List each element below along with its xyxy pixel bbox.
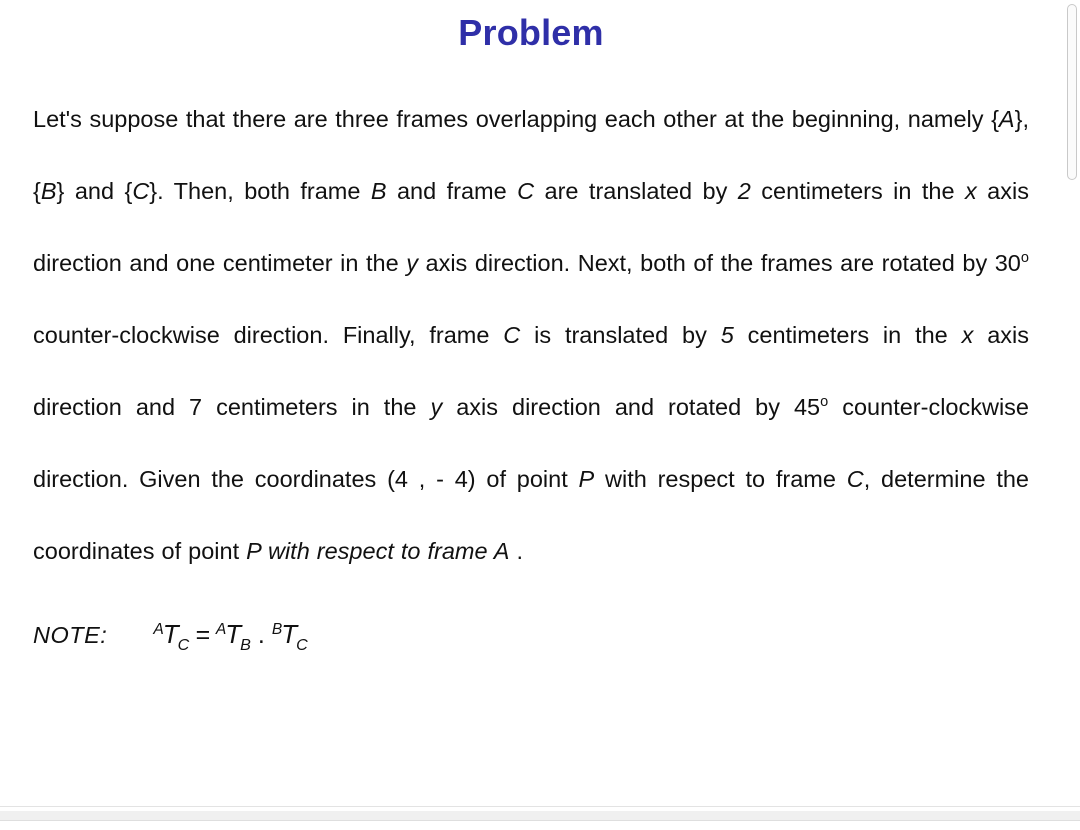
multiplication-dot: . bbox=[257, 621, 265, 650]
text-segment: centimeters in the bbox=[750, 178, 965, 205]
scrollbar-thumb[interactable] bbox=[1067, 4, 1077, 180]
transform-a-to-c: ATC bbox=[153, 619, 189, 652]
frame-label-c: C bbox=[517, 178, 535, 205]
problem-statement-paragraph: Let's suppose that there are three frame… bbox=[33, 53, 1029, 587]
text-segment: axis direction and rotated by 45 bbox=[442, 394, 821, 421]
axis-label-x: x bbox=[965, 178, 977, 205]
value-translation-x-second: 5 bbox=[720, 322, 734, 349]
axis-label-y: y bbox=[430, 394, 443, 421]
axis-label-x: x bbox=[961, 322, 974, 349]
transform-subscript-frame: B bbox=[240, 635, 251, 654]
document-page: Problem Let's suppose that there are thr… bbox=[0, 0, 1062, 806]
frame-label-a: A bbox=[998, 106, 1015, 133]
bottom-chrome-bar bbox=[0, 806, 1080, 830]
frame-label-c: C bbox=[132, 178, 150, 205]
transform-subscript-frame: C bbox=[177, 635, 190, 654]
text-segment: } and { bbox=[56, 178, 133, 205]
text-segment: counter-clockwise direction. Finally, fr… bbox=[33, 322, 504, 349]
text-segment: Let's suppose that there are three frame… bbox=[33, 106, 999, 133]
equals-sign: = bbox=[195, 621, 210, 650]
transform-subscript-frame: C bbox=[296, 635, 308, 654]
page-title: Problem bbox=[458, 12, 604, 53]
text-segment: with respect to frame bbox=[594, 466, 847, 493]
transform-a-to-b: ATB bbox=[216, 619, 251, 652]
vertical-scrollbar[interactable] bbox=[1062, 0, 1080, 806]
transform-b-to-c: BTC bbox=[272, 619, 308, 652]
document-viewport: Problem Let's suppose that there are thr… bbox=[0, 0, 1080, 830]
text-segment: . bbox=[509, 538, 523, 565]
frame-label-b: B bbox=[40, 178, 57, 205]
transform-base-symbol: T bbox=[281, 619, 298, 650]
bottom-bar-band bbox=[0, 811, 1080, 820]
frame-label-c: C bbox=[503, 322, 521, 349]
degree-symbol-30: o bbox=[1020, 250, 1029, 267]
text-segment: and frame bbox=[386, 178, 518, 205]
frame-label-b: B bbox=[370, 178, 387, 205]
transform-base-symbol: T bbox=[162, 619, 179, 650]
bottom-bar-divider bbox=[0, 820, 1080, 821]
transform-base-symbol: T bbox=[225, 619, 242, 650]
axis-label-y: y bbox=[406, 250, 418, 277]
note-label: NOTE: bbox=[33, 622, 108, 649]
text-segment: centimeters in the bbox=[733, 322, 962, 349]
text-segment: are translated by bbox=[534, 178, 738, 205]
text-segment: }. Then, both frame bbox=[149, 178, 371, 205]
emphasized-question-tail: P with respect to frame A bbox=[246, 538, 510, 565]
note-line: NOTE: ATC = ATB. BTC bbox=[33, 587, 1029, 660]
value-translation-x-first: 2 bbox=[737, 178, 751, 205]
text-segment: is translated by bbox=[520, 322, 721, 349]
text-segment: axis direction. Next, both of the frames… bbox=[417, 250, 1021, 277]
point-label-p: P bbox=[578, 466, 595, 493]
frame-label-c: C bbox=[846, 466, 864, 493]
